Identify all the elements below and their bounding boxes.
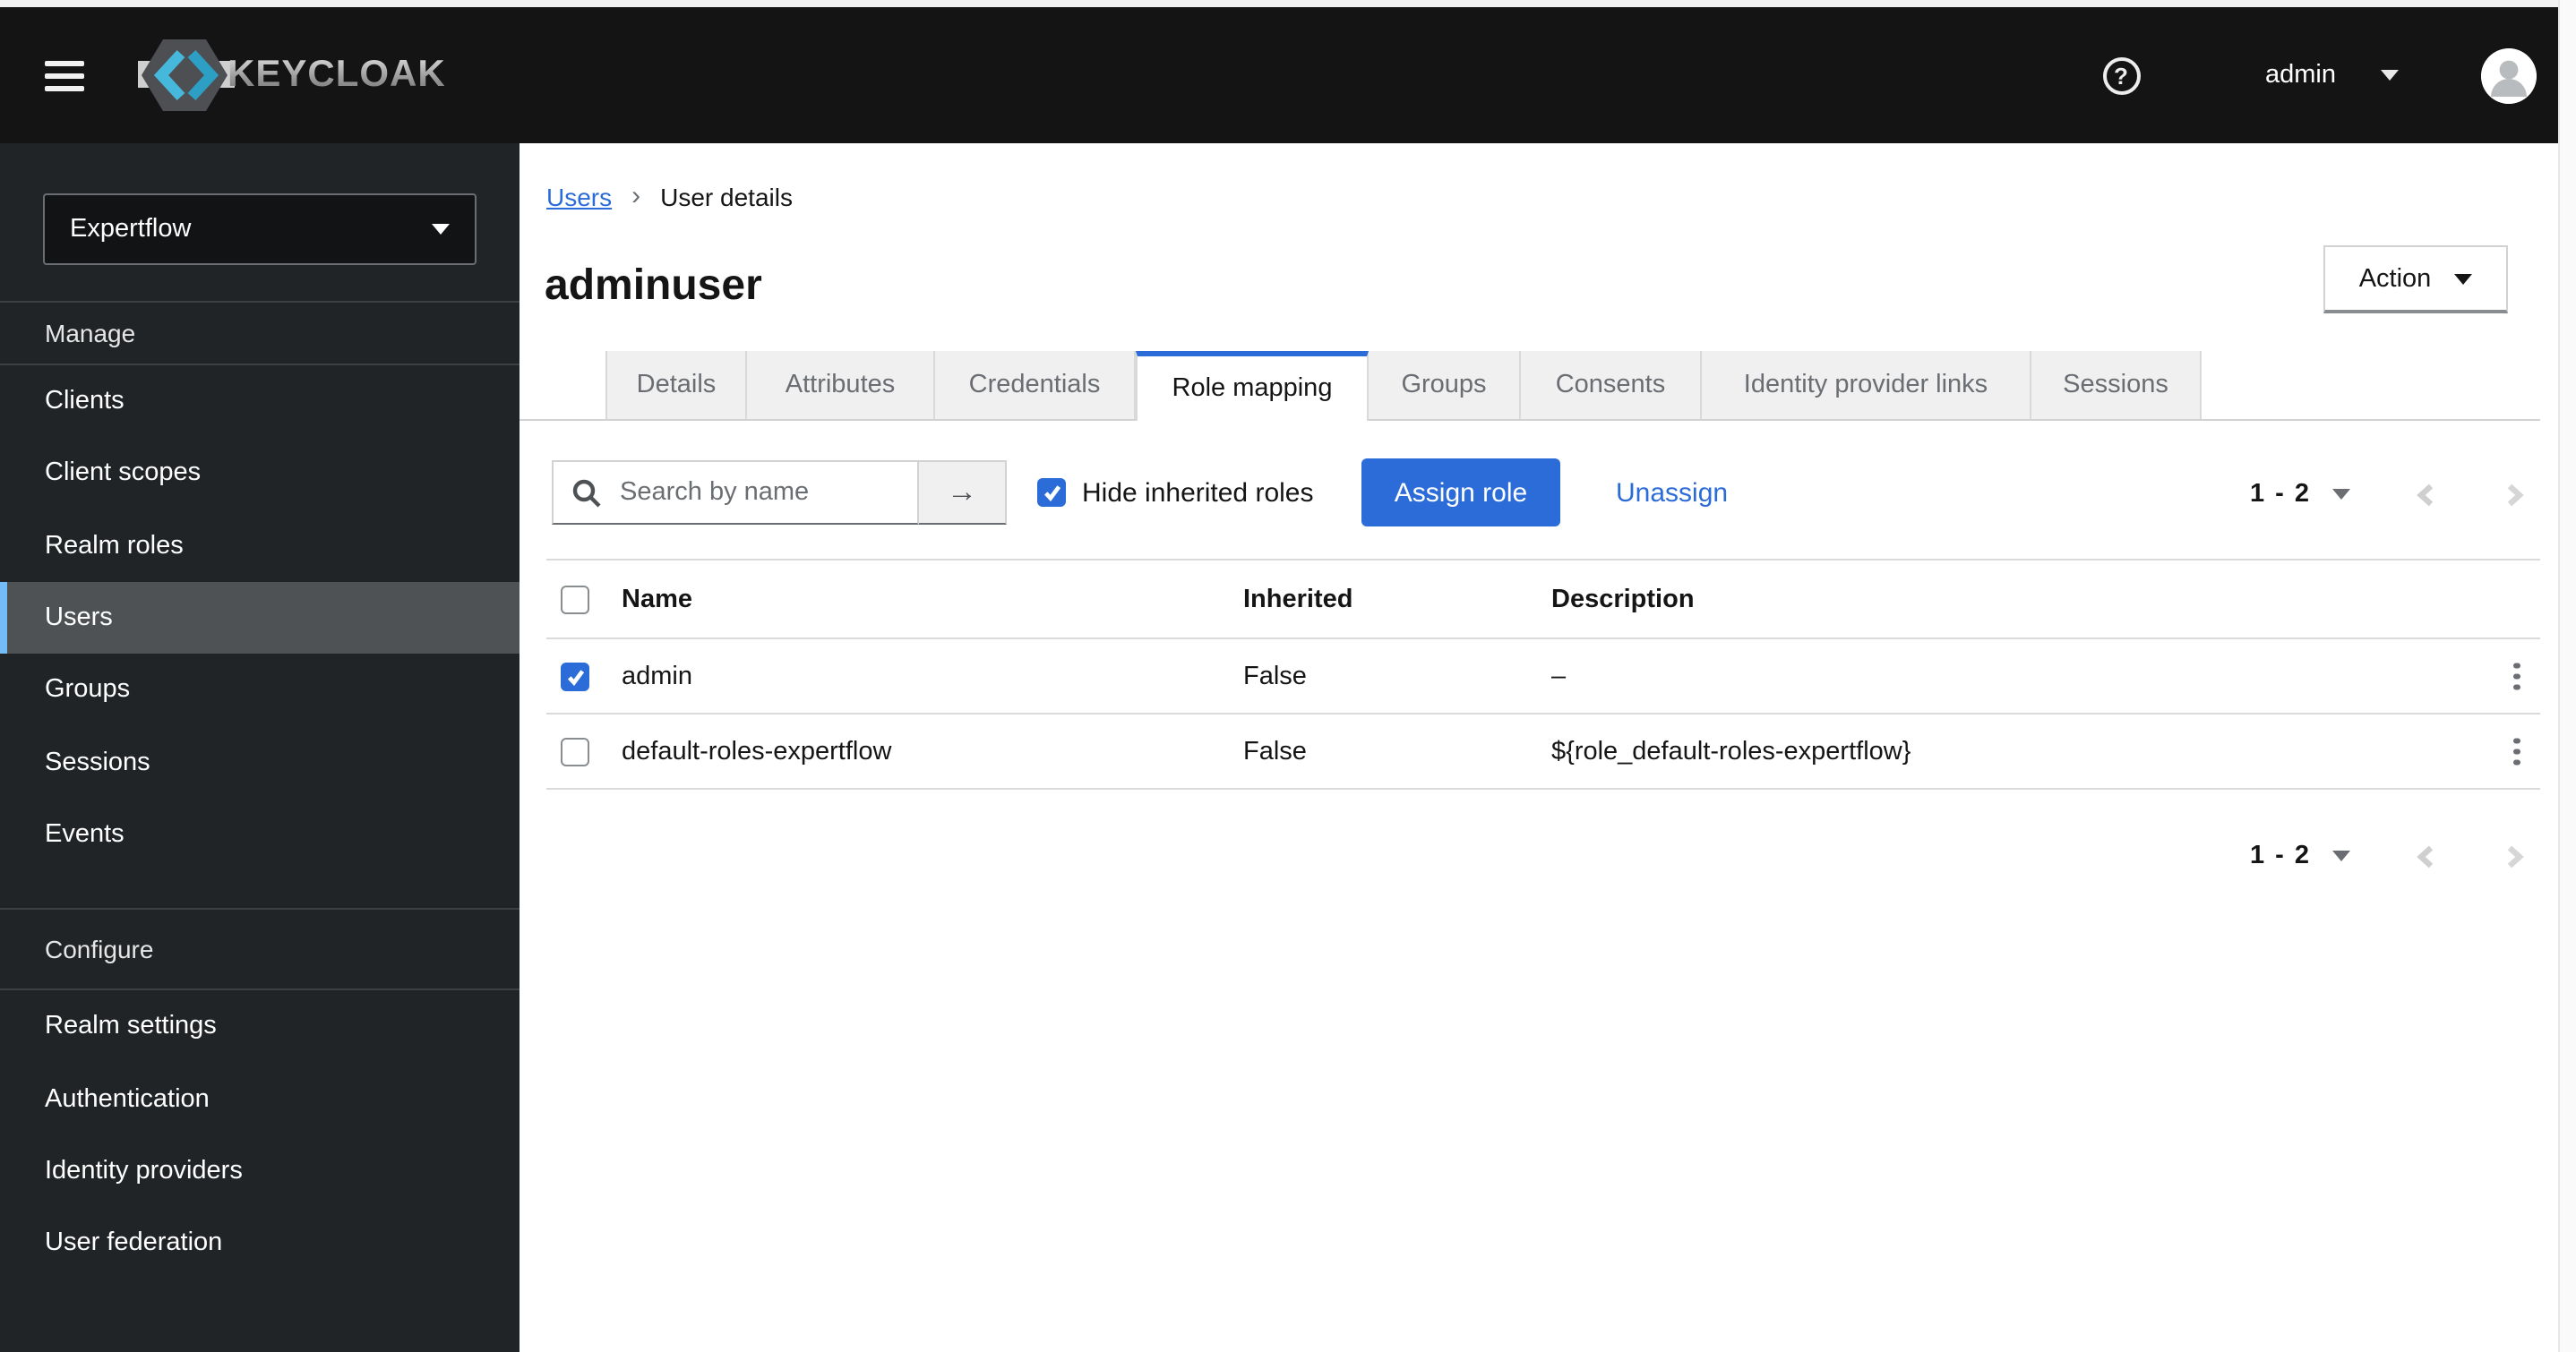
action-dropdown-button[interactable]: Action: [2323, 245, 2508, 313]
sidebar-item-clients[interactable]: Clients: [0, 365, 519, 438]
toolbar: → Hide inherited roles Assign role Unass…: [519, 458, 2558, 530]
chevron-left-icon: [2417, 483, 2434, 506]
page-title: adminuser: [545, 261, 762, 311]
sidebar-item-user-federation[interactable]: User federation: [0, 1207, 519, 1279]
sidebar-nav: Expertflow Manage Clients Client scopes …: [0, 143, 519, 1352]
realm-selector[interactable]: Expertflow: [43, 193, 477, 265]
avatar[interactable]: [2481, 47, 2537, 103]
check-icon: [1043, 485, 1060, 501]
cell-role-description: –: [1551, 662, 1567, 690]
masthead: KEYCLOAK ? admin: [0, 7, 2558, 143]
cell-role-inherited: False: [1243, 737, 1307, 766]
chevron-left-icon: [2417, 844, 2434, 868]
realm-selector-label: Expertflow: [70, 215, 192, 244]
help-icon[interactable]: ?: [2102, 56, 2140, 94]
tabs: Details Attributes Credentials Role mapp…: [605, 351, 2202, 421]
nav-section-configure: Configure: [0, 908, 519, 991]
sidebar-item-users[interactable]: Users: [0, 581, 519, 655]
pagination-top: 1 - 2: [2250, 467, 2526, 521]
column-header-description: Description: [1551, 585, 1695, 613]
sidebar-item-groups[interactable]: Groups: [0, 654, 519, 726]
menu-icon[interactable]: [45, 60, 84, 90]
sidebar-item-client-scopes[interactable]: Client scopes: [0, 438, 519, 510]
sidebar-item-realm-settings[interactable]: Realm settings: [0, 990, 519, 1063]
search-icon: [572, 478, 601, 507]
keycloak-logo: KEYCLOAK: [138, 36, 446, 115]
pagination-menu-toggle[interactable]: [2332, 489, 2350, 500]
window-top-strip: [0, 0, 2576, 7]
arrow-right-icon: →: [947, 475, 977, 509]
table-header-row: Name Inherited Description: [546, 560, 2540, 639]
breadcrumb-current: User details: [660, 182, 793, 210]
pagination-bottom: 1 - 2: [2250, 829, 2526, 883]
chevron-down-icon: [432, 224, 450, 235]
cell-role-name: admin: [622, 662, 692, 690]
tab-credentials[interactable]: Credentials: [935, 351, 1136, 419]
table-row: admin False –: [546, 639, 2540, 715]
masthead-right: ? admin: [2102, 47, 2558, 103]
hide-inherited-label[interactable]: Hide inherited roles: [1082, 477, 1314, 508]
main-content: Users › User details adminuser Action De…: [519, 143, 2558, 1352]
avatar-icon: [2481, 47, 2537, 103]
role-mapping-table: Name Inherited Description admin False –: [546, 559, 2540, 790]
tab-identity-provider-links[interactable]: Identity provider links: [1702, 351, 2031, 419]
cell-role-inherited: False: [1243, 662, 1307, 690]
sidebar-item-identity-providers[interactable]: Identity providers: [0, 1134, 519, 1207]
cell-role-description: ${role_default-roles-expertflow}: [1551, 737, 1911, 766]
column-header-inherited: Inherited: [1243, 585, 1353, 613]
chevron-down-icon: [2381, 70, 2399, 81]
breadcrumb: Users › User details: [546, 181, 793, 211]
tab-groups[interactable]: Groups: [1369, 351, 1521, 419]
tab-sessions[interactable]: Sessions: [2031, 351, 2202, 419]
assign-role-button[interactable]: Assign role: [1361, 458, 1560, 526]
chevron-down-icon: [2454, 273, 2473, 284]
sidebar-item-sessions[interactable]: Sessions: [0, 726, 519, 799]
brand-text: KEYCLOAK: [228, 54, 446, 95]
row-kebab-menu[interactable]: [2506, 655, 2527, 697]
table-row: default-roles-expertflow False ${role_de…: [546, 715, 2540, 790]
column-header-name: Name: [622, 585, 692, 613]
breadcrumb-separator-icon: ›: [631, 181, 641, 211]
keycloak-logo-icon: [138, 39, 235, 111]
tab-details[interactable]: Details: [605, 351, 747, 419]
row-checkbox[interactable]: [561, 737, 589, 766]
sidebar-item-authentication[interactable]: Authentication: [0, 1063, 519, 1135]
pagination-range: 1 - 2: [2249, 842, 2311, 870]
tab-role-mapping[interactable]: Role mapping: [1136, 351, 1369, 421]
pagination-next-button[interactable]: [2503, 843, 2526, 869]
hide-inherited-control: Hide inherited roles: [1037, 458, 1314, 526]
user-menu-dropdown[interactable]: admin: [2265, 61, 2399, 90]
chevron-right-icon: [2507, 844, 2524, 868]
search-input-wrapper: [552, 460, 919, 525]
select-all-checkbox[interactable]: [561, 585, 589, 613]
breadcrumb-link-users[interactable]: Users: [546, 182, 612, 210]
row-checkbox[interactable]: [561, 662, 589, 690]
pagination-range: 1 - 2: [2249, 480, 2311, 509]
search-input[interactable]: [616, 476, 903, 509]
sidebar-item-events[interactable]: Events: [0, 799, 519, 871]
action-dropdown-label: Action: [2358, 264, 2432, 293]
tab-strip: Details Attributes Credentials Role mapp…: [519, 349, 2540, 421]
pagination-menu-toggle[interactable]: [2332, 851, 2350, 861]
search-group: →: [552, 460, 1007, 525]
search-submit-button[interactable]: →: [919, 460, 1007, 525]
hide-inherited-checkbox[interactable]: [1037, 478, 1066, 507]
cell-role-name: default-roles-expertflow: [622, 737, 892, 766]
pagination-prev-button[interactable]: [2415, 843, 2438, 869]
row-kebab-menu[interactable]: [2506, 731, 2527, 773]
pagination-prev-button[interactable]: [2415, 481, 2438, 508]
keycloak-admin-console: KEYCLOAK ? admin Expertflow Manage Clien…: [0, 0, 2576, 1352]
sidebar-item-realm-roles[interactable]: Realm roles: [0, 509, 519, 582]
chevron-right-icon: [2507, 483, 2524, 506]
sidebar-nav-list: Manage Clients Client scopes Realm roles…: [0, 301, 519, 1279]
scrollbar[interactable]: [2558, 0, 2576, 1352]
check-icon: [566, 669, 584, 685]
tab-consents[interactable]: Consents: [1521, 351, 1702, 419]
pagination-next-button[interactable]: [2503, 481, 2526, 508]
user-menu-label: admin: [2265, 61, 2336, 90]
nav-section-manage: Manage: [45, 319, 136, 347]
tab-attributes[interactable]: Attributes: [747, 351, 935, 419]
unassign-link[interactable]: Unassign: [1616, 458, 1728, 526]
